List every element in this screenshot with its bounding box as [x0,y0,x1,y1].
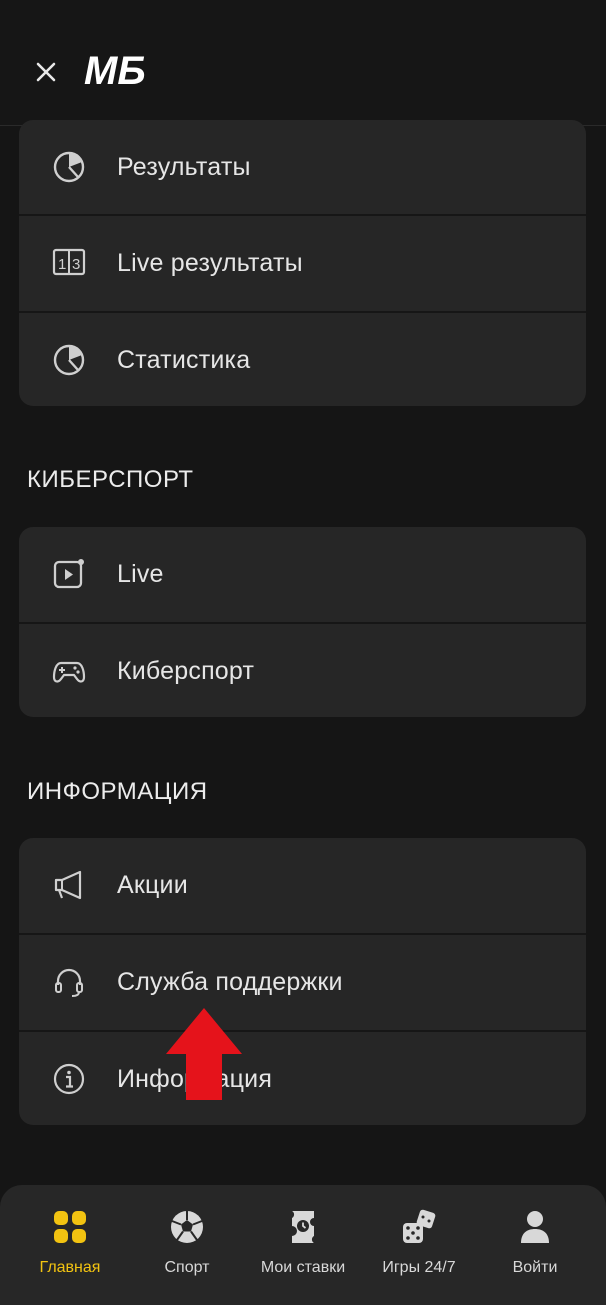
close-icon[interactable] [30,54,62,90]
svg-text:1: 1 [58,256,66,273]
menu-item-support[interactable]: Служба поддержки [19,933,586,1030]
scoreboard-icon: 1 3 [52,248,86,276]
menu-item-label: Live результаты [117,249,303,277]
headset-icon [55,968,83,997]
tab-sport[interactable]: Спорт [129,1185,245,1305]
live-video-icon [53,559,84,589]
tab-login[interactable]: Войти [477,1185,593,1305]
info-icon [53,1063,85,1095]
grid-icon [54,1211,86,1243]
menu-item-promotions[interactable]: Акции [19,838,586,933]
bottom-navigation: Главная Спорт Мои ставки Игры 24/7 Войти [0,1185,606,1305]
menu-item-label: Результаты [117,152,251,181]
logo[interactable]: MБ [84,50,174,92]
dice-icon [403,1209,436,1243]
results-card: Результаты 1 3 Live результаты Статистик… [19,120,586,406]
ticket-icon [292,1211,314,1243]
menu-item-statistics[interactable]: Статистика [19,311,586,406]
megaphone-icon [54,870,82,900]
menu-item-results[interactable]: Результаты [19,120,586,214]
tab-my-bets[interactable]: Мои ставки [245,1185,361,1305]
tab-games[interactable]: Игры 24/7 [361,1185,477,1305]
menu-item-label: Live [117,560,164,588]
tab-label: Игры 24/7 [382,1259,456,1276]
soccer-ball-icon [171,1211,203,1243]
menu-item-live[interactable]: Live [19,527,586,622]
header: MБ [0,0,606,126]
pie-chart-icon [53,344,85,376]
tab-home[interactable]: Главная [12,1185,128,1305]
user-icon [521,1211,549,1243]
tab-label: Спорт [164,1259,210,1276]
pie-chart-icon [53,151,85,183]
gamepad-icon [52,661,86,683]
tab-label: Войти [512,1259,558,1276]
menu-item-information[interactable]: Информация [19,1030,586,1125]
menu-item-esports[interactable]: Киберспорт [19,622,586,717]
tab-label: Главная [39,1259,101,1276]
section-title-esports: КИБЕРСПОРТ [27,466,194,493]
esports-card: Live Киберспорт [19,527,586,717]
information-card: Акции Служба поддержки Информация [19,838,586,1125]
menu-item-label: Акции [117,871,188,899]
menu-item-live-results[interactable]: 1 3 Live результаты [19,214,586,311]
logo-text: MБ [84,50,146,92]
red-arrow-annotation [166,1008,242,1100]
tab-label: Мои ставки [260,1259,346,1276]
menu-item-label: Служба поддержки [117,968,343,996]
menu-item-label: Статистика [117,346,251,374]
section-title-information: ИНФОРМАЦИЯ [27,778,208,805]
svg-text:3: 3 [72,256,80,273]
menu-item-label: Киберспорт [117,657,255,685]
